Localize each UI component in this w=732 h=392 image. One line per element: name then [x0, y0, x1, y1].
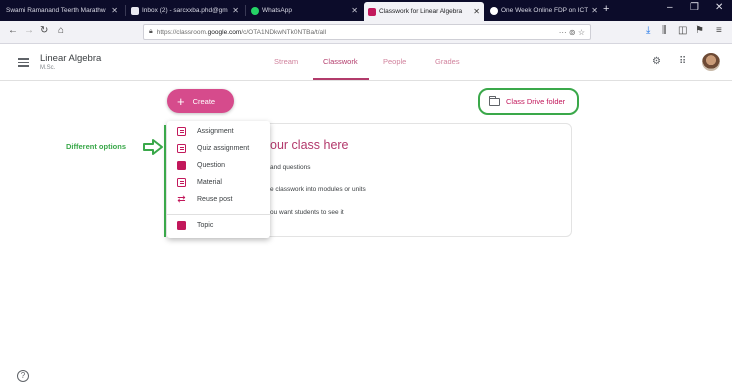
tab-stream[interactable]: Stream [274, 57, 298, 66]
tab-divider [245, 5, 246, 16]
classroom-header: Linear Algebra M.Sc. Stream Classwork Pe… [0, 44, 732, 81]
class-section: M.Sc. [40, 65, 56, 71]
avatar[interactable] [702, 53, 720, 71]
lock-icon: 🔒︎ [149, 28, 153, 35]
topic-icon [177, 220, 186, 230]
minimize-button[interactable]: – [667, 2, 673, 13]
close-icon[interactable]: ✕ [111, 6, 118, 15]
card-line: and questions [270, 164, 311, 171]
mail-icon [131, 6, 139, 15]
drive-folder-label: Class Drive folder [506, 97, 566, 106]
back-icon[interactable]: ← [8, 25, 18, 36]
browser-tab-active[interactable]: Classwork for Linear Algebra ✕ [364, 2, 484, 21]
menu-item-assignment[interactable]: Assignment [177, 125, 234, 137]
menu-item-label: Reuse post [197, 195, 233, 203]
tab-divider [125, 5, 126, 16]
tab-people[interactable]: People [383, 57, 406, 66]
class-drive-folder-button[interactable]: Class Drive folder [478, 88, 579, 115]
address-bar[interactable]: 🔒︎ https://classroom.google.com/c/OTA1ND… [143, 24, 591, 40]
tab-title: Inbox (2) - sarcxxba.phd@gm [142, 7, 228, 14]
settings-icon[interactable]: ⚙ [652, 56, 661, 67]
hamburger-menu-icon[interactable] [18, 58, 29, 67]
reuse-post-icon: ⇄ [177, 193, 186, 205]
window-close-button[interactable]: ✕ [715, 2, 723, 13]
maximize-button[interactable]: ❐ [690, 2, 699, 13]
annotation-arrow-icon [143, 139, 163, 155]
apps-grid-icon[interactable]: ⠿ [679, 56, 686, 67]
menu-item-question[interactable]: Question [177, 159, 225, 171]
quiz-assignment-icon [177, 143, 186, 153]
page-actions-icon[interactable]: ··· ⊚ ☆ [559, 28, 585, 37]
tab-title: Classwork for Linear Algebra [379, 8, 463, 15]
browser-nav-bar: ← → ↻ ⌂ 🔒︎ https://classroom.google.com/… [0, 21, 732, 44]
menu-item-label: Question [197, 161, 226, 169]
annotation-bracket [164, 125, 166, 237]
create-button[interactable]: + Create [167, 89, 234, 113]
browser-menu-icon[interactable]: ≡ [716, 25, 722, 36]
browser-tab[interactable]: Inbox (2) - sarcxxba.phd@gm ✕ [127, 0, 243, 21]
card-line: ou want students to see it [270, 209, 344, 216]
menu-item-label: Topic [197, 221, 214, 229]
sidebar-icon[interactable]: ◫ [678, 25, 687, 36]
browser-tab[interactable]: WhatsApp ✕ [247, 0, 362, 21]
menu-item-quiz-assignment[interactable]: Quiz assignment [177, 142, 249, 154]
active-tab-indicator [313, 78, 369, 80]
url-text: https://classroom.google.com/c/OTA1NDkwN… [156, 28, 327, 36]
menu-item-reuse-post[interactable]: ⇄ Reuse post [177, 193, 232, 205]
close-icon[interactable]: ✕ [232, 6, 239, 15]
close-icon[interactable]: ✕ [591, 6, 598, 15]
material-icon [177, 177, 186, 187]
whatsapp-icon [251, 6, 259, 15]
card-line: e classwork into modules or units [270, 186, 366, 193]
new-tab-button[interactable]: + [603, 3, 609, 15]
tab-title: One Week Online FDP on ICT [501, 7, 589, 14]
question-icon [177, 160, 186, 170]
close-icon[interactable]: ✕ [473, 7, 480, 16]
annotation-label: Different options [66, 142, 126, 151]
download-icon[interactable]: ⤓ [646, 25, 650, 36]
create-button-label: Create [192, 96, 216, 106]
menu-divider [167, 214, 270, 215]
forward-icon[interactable]: → [24, 25, 34, 36]
class-name[interactable]: Linear Algebra [40, 53, 101, 64]
tab-title: Swami Ramanand Teerth Marathw [6, 7, 106, 14]
menu-item-topic[interactable]: Topic [177, 219, 213, 231]
menu-item-material[interactable]: Material [177, 176, 222, 188]
plus-icon: + [177, 93, 185, 109]
globe-icon [490, 6, 498, 15]
close-icon[interactable]: ✕ [351, 6, 358, 15]
browser-tab[interactable]: One Week Online FDP on ICT ✕ [486, 0, 602, 21]
extension-icon[interactable]: ⚑ [695, 25, 704, 36]
folder-icon [489, 95, 500, 106]
browser-tab-strip: Swami Ramanand Teerth Marathw ✕ Inbox (2… [0, 0, 732, 21]
reload-icon[interactable]: ↻ [40, 25, 48, 36]
tab-grades[interactable]: Grades [435, 57, 460, 66]
menu-item-label: Quiz assignment [197, 144, 250, 152]
menu-item-label: Material [197, 178, 222, 186]
classroom-icon [368, 7, 376, 16]
library-icon[interactable]: ⫼ [662, 25, 667, 36]
menu-item-label: Assignment [197, 127, 234, 135]
card-title: our class here [270, 138, 349, 152]
tab-classwork[interactable]: Classwork [323, 57, 358, 66]
browser-tab[interactable]: Swami Ramanand Teerth Marathw ✕ [2, 0, 122, 21]
home-icon[interactable]: ⌂ [58, 25, 64, 36]
tab-title: WhatsApp [262, 7, 292, 14]
assignment-icon [177, 126, 186, 136]
help-icon[interactable]: ? [17, 370, 29, 382]
